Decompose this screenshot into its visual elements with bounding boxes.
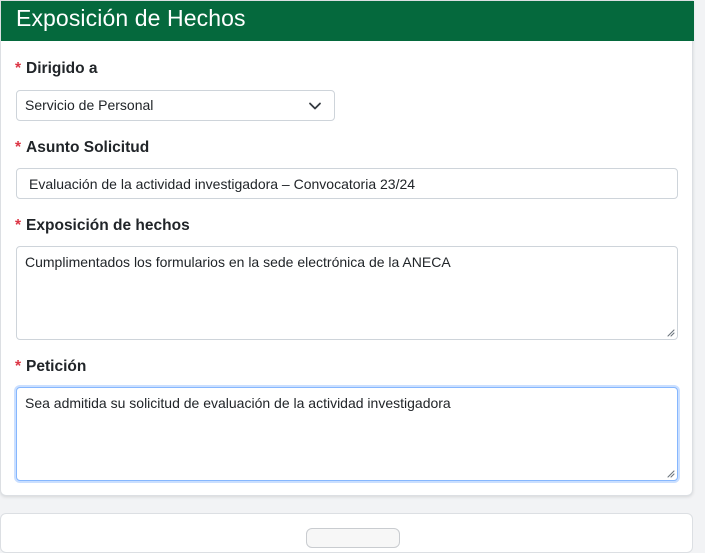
card-header: Exposición de Hechos [1,1,694,41]
asunto-value: Evaluación de la actividad investigadora… [29,176,416,192]
dirigido-label: * Dirigido a [15,60,98,78]
exposicion-value: Cumplimentados los formularios en la sed… [25,254,451,270]
asunto-label-text: Asunto Solicitud [26,139,150,156]
required-mark: * [15,60,22,77]
required-mark: * [15,217,22,234]
peticion-textarea[interactable]: Sea admitida su solicitud de evaluación … [16,387,678,481]
asunto-label: * Asunto Solicitud [15,139,149,157]
next-card [0,513,693,553]
peticion-label-text: Petición [26,358,87,375]
next-card-button[interactable] [306,528,400,548]
asunto-input[interactable]: Evaluación de la actividad investigadora… [16,168,678,199]
required-mark: * [15,358,22,375]
resize-grip-icon[interactable] [666,328,675,337]
exposicion-label-text: Exposición de hechos [26,217,190,234]
exposicion-card: Exposición de Hechos * Dirigido a Servici… [0,0,694,496]
chevron-down-icon [309,102,321,110]
required-mark: * [15,139,22,156]
resize-grip-icon[interactable] [666,469,675,478]
exposicion-textarea[interactable]: Cumplimentados los formularios en la sed… [16,246,678,340]
dirigido-label-text: Dirigido a [26,60,98,77]
exposicion-label: * Exposición de hechos [15,217,190,235]
page-title: Exposición de Hechos [16,5,246,31]
dirigido-selected-value: Servicio de Personal [25,97,154,113]
peticion-value: Sea admitida su solicitud de evaluación … [25,395,451,411]
dirigido-select[interactable]: Servicio de Personal [16,90,335,121]
peticion-label: * Petición [15,358,86,376]
